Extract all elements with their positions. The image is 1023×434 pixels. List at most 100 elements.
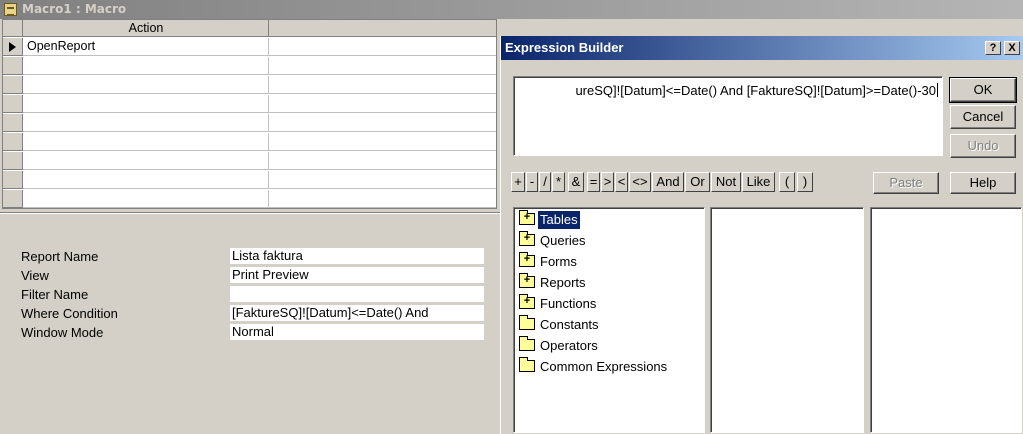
paste-button[interactable]: Paste bbox=[873, 172, 939, 194]
table-row[interactable] bbox=[3, 171, 496, 189]
folder-plus-icon[interactable] bbox=[519, 210, 535, 225]
op-plus-button[interactable]: + bbox=[511, 172, 525, 192]
table-row[interactable] bbox=[3, 76, 496, 94]
comment-cell[interactable] bbox=[269, 190, 496, 208]
op-less-button[interactable]: < bbox=[615, 172, 628, 192]
row-selector[interactable] bbox=[3, 76, 23, 94]
report-name-field[interactable]: Lista faktura bbox=[230, 248, 484, 265]
table-row[interactable] bbox=[3, 95, 496, 113]
row-selector[interactable] bbox=[3, 114, 23, 132]
table-row[interactable] bbox=[3, 114, 496, 132]
comment-cell[interactable] bbox=[269, 76, 496, 94]
row-selector[interactable] bbox=[3, 38, 23, 56]
row-selector[interactable] bbox=[3, 95, 23, 113]
op-or-button[interactable]: Or bbox=[685, 172, 710, 192]
tree-item-reports[interactable]: Reports bbox=[519, 273, 588, 294]
element-category-list[interactable] bbox=[710, 207, 864, 433]
table-row[interactable] bbox=[3, 57, 496, 75]
comment-cell[interactable] bbox=[269, 38, 496, 56]
action-cell[interactable] bbox=[24, 114, 269, 132]
tree-item-tables[interactable]: Tables bbox=[519, 210, 581, 231]
close-icon[interactable]: X bbox=[1004, 41, 1020, 55]
grid-header: Action bbox=[3, 20, 496, 37]
macro-window-title: Macro1 : Macro bbox=[22, 2, 127, 16]
argument-label: Window Mode bbox=[21, 325, 104, 340]
comment-cell[interactable] bbox=[269, 57, 496, 75]
expression-builder-title-bar[interactable]: Expression Builder ? X bbox=[501, 36, 1023, 60]
filter-name-field[interactable] bbox=[230, 286, 484, 303]
expression-box[interactable]: ureSQ]![Datum]<=Date() And [FaktureSQ]![… bbox=[513, 76, 943, 156]
table-row[interactable] bbox=[3, 133, 496, 151]
argument-row-where-condition: Where Condition [FaktureSQ]![Datum]<=Dat… bbox=[0, 305, 500, 322]
row-selector[interactable] bbox=[3, 152, 23, 170]
op-concat-button[interactable]: & bbox=[568, 172, 584, 192]
macro-action-grid: Action OpenReport bbox=[2, 19, 497, 209]
action-cell[interactable] bbox=[24, 171, 269, 189]
op-minus-button[interactable]: - bbox=[526, 172, 538, 192]
macro-title-bar[interactable]: Macro1 : Macro bbox=[0, 0, 1023, 19]
tree-item-common-expressions[interactable]: Common Expressions bbox=[519, 357, 669, 378]
op-like-button[interactable]: Like bbox=[742, 172, 775, 192]
column-header-action: Action bbox=[24, 20, 269, 37]
op-not-button[interactable]: Not bbox=[711, 172, 741, 192]
row-selector[interactable] bbox=[3, 171, 23, 189]
tree-item-operators[interactable]: Operators bbox=[519, 336, 600, 357]
op-close-paren-button[interactable]: ) bbox=[797, 172, 813, 192]
folder-plus-icon[interactable] bbox=[519, 252, 535, 267]
action-cell[interactable] bbox=[24, 190, 269, 208]
text-caret bbox=[937, 83, 938, 97]
comment-cell[interactable] bbox=[269, 152, 496, 170]
window-mode-field[interactable]: Normal bbox=[230, 324, 484, 341]
row-selector[interactable] bbox=[3, 190, 23, 208]
op-equals-button[interactable]: = bbox=[587, 172, 600, 192]
expression-builder-dialog: Expression Builder ? X ureSQ]![Datum]<=D… bbox=[500, 36, 1023, 434]
ok-button[interactable]: OK bbox=[949, 77, 1017, 103]
row-selector[interactable] bbox=[3, 133, 23, 151]
op-open-paren-button[interactable]: ( bbox=[779, 172, 795, 192]
pane-splitter[interactable] bbox=[0, 212, 500, 214]
undo-button[interactable]: Undo bbox=[950, 134, 1016, 158]
comment-cell[interactable] bbox=[269, 171, 496, 189]
cancel-button[interactable]: Cancel bbox=[950, 105, 1016, 129]
op-not-equal-button[interactable]: <> bbox=[629, 172, 651, 192]
action-cell[interactable] bbox=[24, 76, 269, 94]
action-cell[interactable] bbox=[24, 152, 269, 170]
action-cell[interactable] bbox=[24, 133, 269, 151]
tree-item-forms[interactable]: Forms bbox=[519, 252, 579, 273]
row-selector[interactable] bbox=[3, 57, 23, 75]
op-divide-button[interactable]: / bbox=[539, 172, 551, 192]
argument-label: Filter Name bbox=[21, 287, 89, 302]
comment-cell[interactable] bbox=[269, 95, 496, 113]
tree-item-constants[interactable]: Constants bbox=[519, 315, 601, 336]
view-field[interactable]: Print Preview bbox=[230, 267, 484, 284]
folder-icon bbox=[519, 336, 535, 351]
op-greater-button[interactable]: > bbox=[601, 172, 614, 192]
table-row[interactable] bbox=[3, 190, 496, 208]
action-cell[interactable] bbox=[24, 95, 269, 113]
folder-plus-icon[interactable] bbox=[519, 231, 535, 246]
grid-corner[interactable] bbox=[3, 20, 23, 37]
table-row[interactable]: OpenReport bbox=[3, 38, 496, 56]
op-and-button[interactable]: And bbox=[652, 172, 684, 192]
macro-window: Macro1 : Macro Action OpenReport Report … bbox=[0, 0, 1023, 434]
help-title-button[interactable]: ? bbox=[985, 41, 1001, 55]
op-multiply-button[interactable]: * bbox=[552, 172, 565, 192]
action-cell[interactable] bbox=[24, 57, 269, 75]
argument-row-filter-name: Filter Name bbox=[0, 286, 500, 303]
comment-cell[interactable] bbox=[269, 114, 496, 132]
dialog-title: Expression Builder bbox=[505, 40, 624, 55]
where-condition-field[interactable]: [FaktureSQ]![Datum]<=Date() And bbox=[230, 305, 484, 322]
tree-item-functions[interactable]: Functions bbox=[519, 294, 598, 315]
table-row[interactable] bbox=[3, 152, 496, 170]
element-value-list[interactable] bbox=[870, 207, 1022, 433]
help-button[interactable]: Help bbox=[950, 172, 1016, 194]
folder-plus-icon[interactable] bbox=[519, 294, 535, 309]
argument-row-report-name: Report Name Lista faktura bbox=[0, 248, 500, 265]
comment-cell[interactable] bbox=[269, 133, 496, 151]
argument-label: View bbox=[21, 268, 49, 283]
tree-item-queries[interactable]: Queries bbox=[519, 231, 588, 252]
folder-plus-icon[interactable] bbox=[519, 273, 535, 288]
action-cell[interactable]: OpenReport bbox=[24, 38, 269, 56]
expression-text: ureSQ]![Datum]<=Date() And [FaktureSQ]![… bbox=[575, 83, 936, 98]
element-tree-list[interactable]: Tables Queries Forms Reports Functions C… bbox=[513, 207, 705, 433]
